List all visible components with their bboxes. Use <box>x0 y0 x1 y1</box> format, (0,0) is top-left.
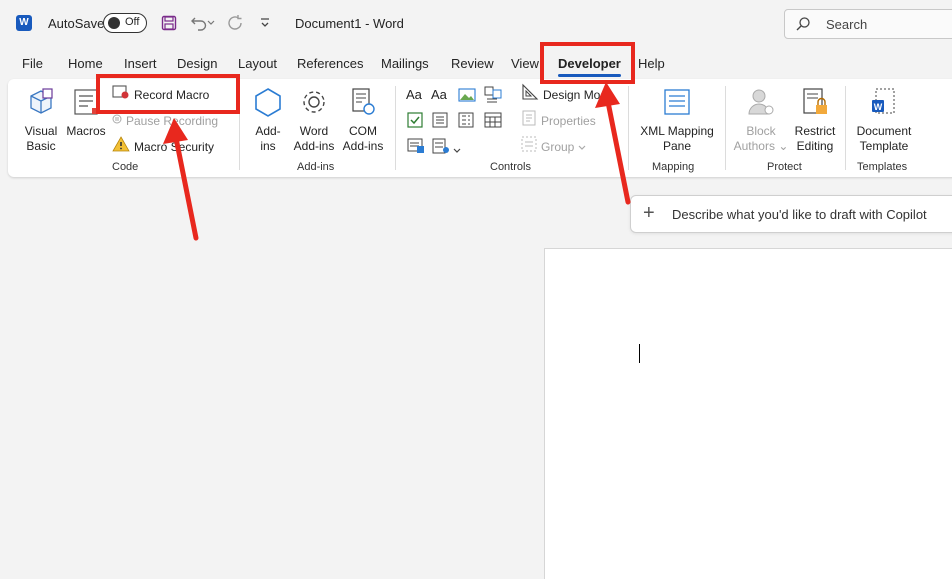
annotation-arrows <box>163 82 631 241</box>
